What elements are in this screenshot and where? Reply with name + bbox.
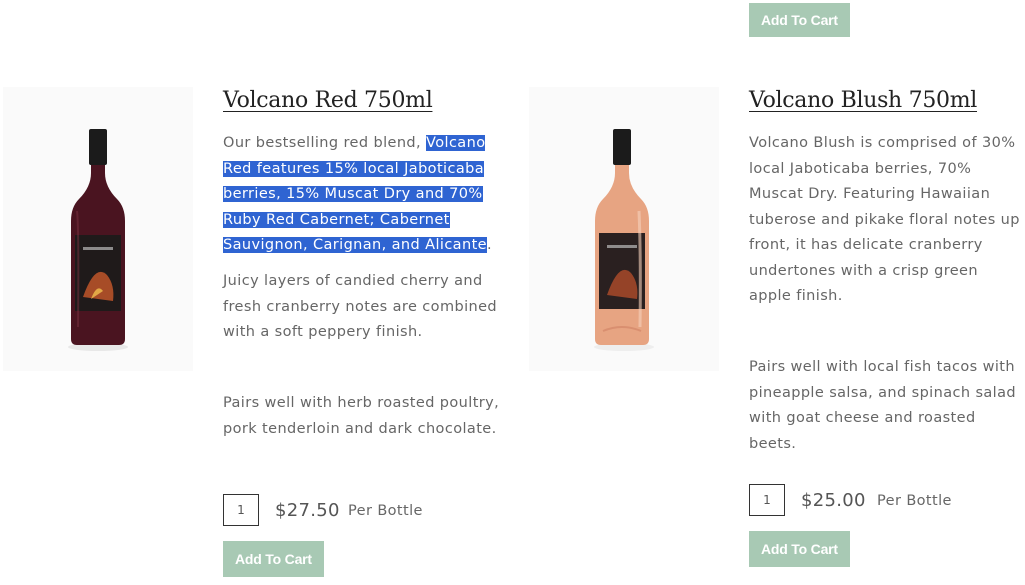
quantity-input[interactable]: 1 <box>749 484 785 516</box>
add-to-cart-button[interactable]: Add To Cart <box>749 531 850 567</box>
product-title[interactable]: Volcano Red 750ml <box>223 88 433 113</box>
product-price: $27.50 <box>275 500 340 521</box>
product-title[interactable]: Volcano Blush 750ml <box>749 88 977 113</box>
add-to-cart-button-top[interactable]: Add To Cart <box>749 3 850 37</box>
product-pairings: Pairs well with local fish tacos with pi… <box>749 359 1017 452</box>
quantity-input[interactable]: 1 <box>223 494 259 526</box>
product-image-volcano-red[interactable] <box>3 87 193 371</box>
wine-bottle-icon <box>68 129 128 351</box>
description-end: . <box>486 237 492 253</box>
price-unit: Per Bottle <box>348 503 423 519</box>
wine-bottle-icon <box>594 129 654 351</box>
add-to-cart-button[interactable]: Add To Cart <box>223 541 324 577</box>
product-description: Our bestselling red blend, Volcano Red f… <box>223 131 498 259</box>
product-tasting-notes: Juicy layers of candied cherry and fresh… <box>223 273 498 340</box>
product-price: $25.00 <box>801 490 866 511</box>
description-text: Our bestselling red blend, <box>223 135 427 151</box>
product-description: Volcano Blush is comprised of 30% local … <box>749 135 1020 304</box>
price-unit: Per Bottle <box>877 493 952 509</box>
product-image-volcano-blush[interactable] <box>529 87 719 371</box>
selected-description-text: Volcano Red features 15% local Jaboticab… <box>223 135 487 253</box>
product-pairings: Pairs well with herb roasted poultry, po… <box>223 395 500 437</box>
